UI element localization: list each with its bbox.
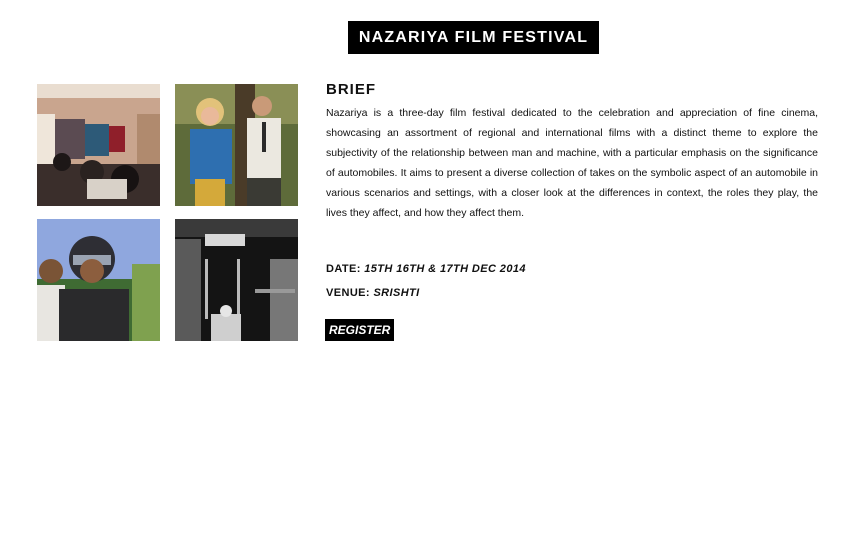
- event-date: DATE: 15TH 16TH & 17TH DEC 2014: [326, 263, 526, 275]
- brief-heading: BRIEF: [326, 81, 376, 98]
- venue-value: SRISHTI: [373, 287, 420, 299]
- vintage-film-still-photo: [175, 84, 298, 206]
- venue-label: VENUE:: [326, 287, 370, 299]
- date-value: 15TH 16TH & 17TH DEC 2014: [364, 263, 526, 275]
- black-white-film-still-photo: [175, 219, 298, 341]
- register-button[interactable]: REGISTER: [325, 319, 395, 341]
- brief-description: Nazariya is a three-day film festival de…: [326, 107, 818, 219]
- biker-selfie-photo: [37, 219, 160, 341]
- screening-room-photo: [37, 84, 160, 206]
- event-venue: VENUE: SRISHTI: [326, 287, 420, 299]
- date-label: DATE:: [326, 263, 361, 275]
- festival-title: NAZARIYA FILM FESTIVAL: [348, 21, 599, 54]
